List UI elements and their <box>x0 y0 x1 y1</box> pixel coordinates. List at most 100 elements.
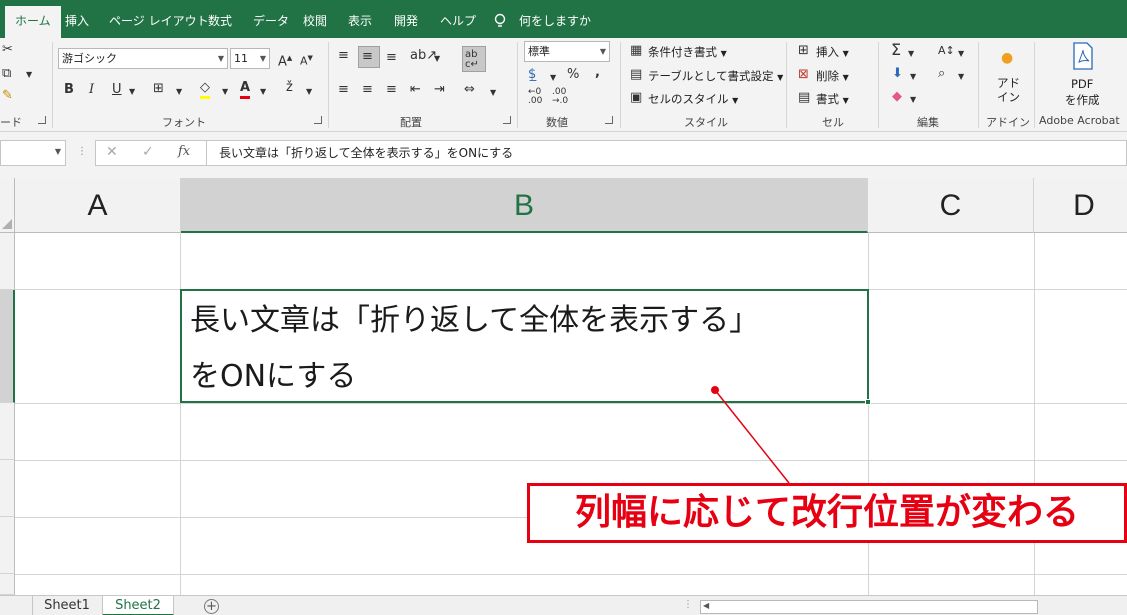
bottom-align-icon[interactable]: ≡ <box>386 50 397 66</box>
conditional-format-label: 条件付き書式 <box>648 45 717 59</box>
currency-dropdown-icon[interactable]: ▼ <box>550 70 556 86</box>
autosum-icon[interactable]: Σ <box>891 42 901 58</box>
border-dropdown-icon[interactable]: ▼ <box>176 84 182 100</box>
active-cell-b2[interactable]: 長い文章は「折り返して全体を表示する」 をONにする <box>180 289 871 405</box>
fill-color-dropdown-icon[interactable]: ▼ <box>222 84 228 100</box>
create-pdf-label-2[interactable]: を作成 <box>1065 92 1100 108</box>
merge-dropdown-icon[interactable]: ▼ <box>490 85 496 101</box>
autosum-dropdown-icon[interactable]: ▼ <box>908 46 914 62</box>
sheet-tab-sheet1[interactable]: Sheet1 <box>33 596 101 615</box>
format-painter-icon[interactable]: ✎ <box>2 88 13 104</box>
row-header-selected[interactable] <box>0 290 15 403</box>
comma-button[interactable]: , <box>595 65 600 81</box>
currency-icon[interactable]: $̲ <box>528 67 536 83</box>
alignment-group-label: 配置 <box>400 116 422 129</box>
scroll-left-icon[interactable]: ◀ <box>703 601 709 610</box>
copy-dropdown-icon[interactable]: ▼ <box>26 67 32 83</box>
increase-decimal-icon[interactable]: ←0.00 <box>528 88 542 106</box>
sort-filter-icon[interactable]: A↕ <box>938 43 955 59</box>
create-pdf-label-1[interactable]: PDF <box>1071 77 1093 91</box>
tab-insert[interactable]: 挿入 <box>65 6 89 36</box>
name-box[interactable]: ▼ <box>0 140 66 166</box>
top-align-icon[interactable]: ≡ <box>338 48 349 64</box>
tab-formulas[interactable]: 数式 <box>208 6 232 36</box>
addins-button[interactable]: アド イン <box>997 76 1020 104</box>
decrease-decimal-icon[interactable]: .00 →.0 <box>552 88 568 106</box>
tab-page-layout[interactable]: ページ レイアウト <box>109 6 209 36</box>
find-select-dropdown-icon[interactable]: ▼ <box>958 69 964 85</box>
number-launcher-icon[interactable] <box>605 116 613 124</box>
font-color-icon[interactable]: A <box>240 80 251 99</box>
row-header[interactable] <box>0 574 15 595</box>
tell-me-search[interactable]: 何をしますか <box>519 6 591 36</box>
insert-cells-button[interactable]: 挿入 ▼ <box>816 44 849 60</box>
fill-handle[interactable] <box>865 399 871 405</box>
center-align-icon[interactable]: ≡ <box>362 82 373 98</box>
column-header-c[interactable]: C <box>868 178 1034 233</box>
orientation-dropdown-icon[interactable]: ▼ <box>434 51 440 67</box>
percent-button[interactable]: % <box>567 67 579 83</box>
font-size-select[interactable]: 11 ▼ <box>230 48 270 69</box>
clipboard-launcher-icon[interactable] <box>38 116 46 124</box>
font-color-dropdown-icon[interactable]: ▼ <box>260 84 266 100</box>
delete-cells-button[interactable]: 削除 ▼ <box>816 68 849 84</box>
tab-developer[interactable]: 開発 <box>394 6 418 36</box>
row-header[interactable] <box>0 233 15 290</box>
horizontal-scrollbar[interactable]: ◀ <box>700 600 1038 614</box>
underline-dropdown-icon[interactable]: ▼ <box>129 84 135 100</box>
insert-function-icon[interactable]: fx <box>178 144 190 159</box>
row-header[interactable] <box>0 517 15 574</box>
decrease-indent-icon[interactable]: ⇤ <box>410 82 421 98</box>
scroll-split-icon[interactable]: ⋮ <box>683 599 693 610</box>
tab-view[interactable]: 表示 <box>348 6 372 36</box>
copy-icon[interactable]: ⧉ <box>2 66 11 82</box>
phonetic-dropdown-icon[interactable]: ▼ <box>306 84 312 100</box>
left-align-icon[interactable]: ≡ <box>338 82 349 98</box>
format-as-table-label: テーブルとして書式設定 <box>648 69 774 83</box>
column-header-a[interactable]: A <box>15 178 181 233</box>
column-header-d[interactable]: D <box>1034 178 1127 233</box>
right-align-icon[interactable]: ≡ <box>386 82 397 98</box>
merge-center-icon[interactable]: ⇔ <box>464 82 475 98</box>
formula-input[interactable]: 長い文章は「折り返して全体を表示する」をONにする <box>206 140 1127 166</box>
number-format-select[interactable]: 標準 ▼ <box>524 41 610 62</box>
sheet-tab-sheet2[interactable]: Sheet2 <box>102 596 174 615</box>
cell-styles-button[interactable]: セルのスタイル ▼ <box>648 91 738 107</box>
fill-icon[interactable]: ⬇ <box>892 66 903 82</box>
middle-align-icon[interactable]: ≡ <box>362 49 373 65</box>
enter-icon[interactable]: ✓ <box>142 144 154 160</box>
increase-font-size-icon[interactable]: A▲ <box>278 50 292 70</box>
decrease-font-size-icon[interactable]: A▼ <box>300 50 313 70</box>
tab-help[interactable]: ヘルプ <box>440 6 476 36</box>
sort-filter-dropdown-icon[interactable]: ▼ <box>958 46 964 62</box>
increase-indent-icon[interactable]: ⇥ <box>434 82 445 98</box>
wrap-text-icon[interactable]: ab c↵ <box>465 50 479 70</box>
select-all-corner[interactable] <box>0 178 15 233</box>
row-header[interactable] <box>0 460 15 517</box>
fill-dropdown-icon[interactable]: ▼ <box>910 69 916 85</box>
clear-icon[interactable]: ◆ <box>892 89 902 105</box>
font-name-select[interactable]: 游ゴシック ▼ <box>58 48 228 69</box>
italic-button[interactable]: I <box>89 82 94 98</box>
phonetic-icon[interactable]: ž <box>286 80 293 96</box>
border-icon[interactable]: ⊞ <box>153 81 164 97</box>
tab-data[interactable]: データ <box>253 6 289 36</box>
fill-color-icon[interactable]: ◇ <box>200 80 210 99</box>
column-header-b[interactable]: B <box>181 178 868 233</box>
row-header[interactable] <box>0 403 15 460</box>
format-cells-button[interactable]: 書式 ▼ <box>816 91 849 107</box>
tab-home[interactable]: ホーム <box>5 6 61 38</box>
format-as-table-button[interactable]: テーブルとして書式設定 ▼ <box>648 68 783 84</box>
cancel-icon[interactable]: ✕ <box>106 144 118 160</box>
clear-dropdown-icon[interactable]: ▼ <box>910 92 916 108</box>
bold-button[interactable]: B <box>64 82 74 98</box>
alignment-launcher-icon[interactable] <box>503 116 511 124</box>
find-select-icon[interactable]: ⌕ <box>938 66 945 82</box>
format-cells-icon: ▤ <box>798 90 811 105</box>
cut-icon[interactable]: ✂ <box>2 42 13 58</box>
underline-button[interactable]: U <box>112 82 122 98</box>
conditional-format-button[interactable]: 条件付き書式 ▼ <box>648 44 727 60</box>
add-sheet-icon[interactable]: + <box>204 599 219 614</box>
font-launcher-icon[interactable] <box>314 116 322 124</box>
tab-review[interactable]: 校閲 <box>303 6 327 36</box>
